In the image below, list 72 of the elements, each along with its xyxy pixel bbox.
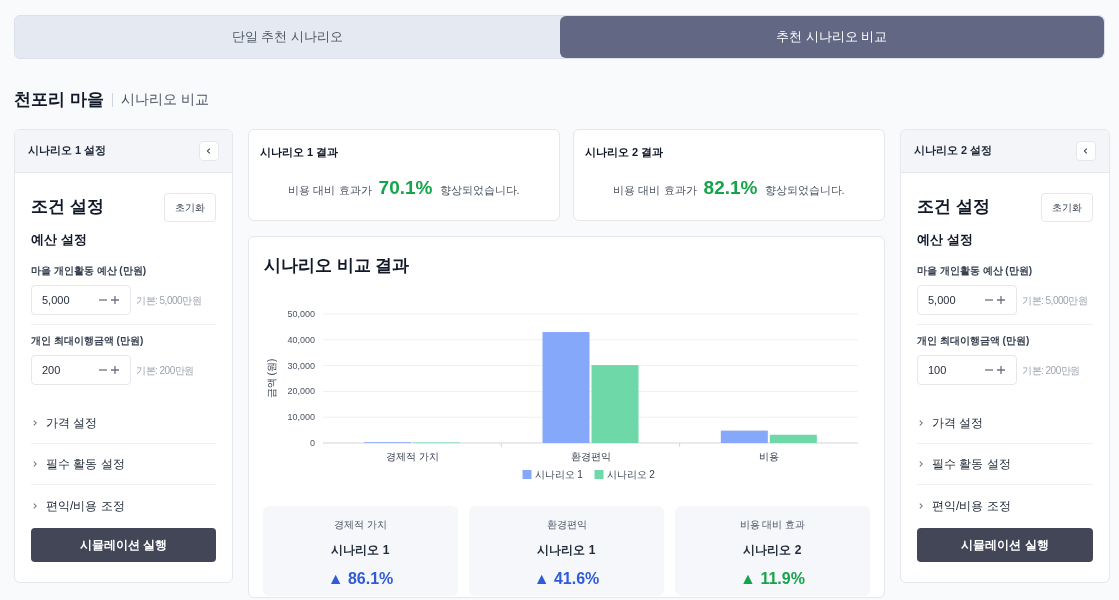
panel-title: 시나리오 2 설정 [914, 143, 993, 159]
run-simulation-button[interactable]: 시뮬레이션 실행 [31, 528, 216, 562]
summary-label: 비용 대비 효과 [739, 518, 806, 532]
tab[interactable]: 추천 시나리오 비교 [559, 16, 1104, 58]
field-label: 개인 최대이행금액 (만원) [917, 334, 1031, 348]
group-title: 예산 설정 [917, 230, 974, 249]
y-tick-label: 20,000 [287, 386, 315, 397]
x-tick-label: 환경편익 [570, 451, 611, 462]
y-axis-title: 금액 (원) [266, 358, 277, 399]
tab[interactable]: 단일 추천 시나리오 [15, 16, 560, 58]
legend-swatch [522, 470, 532, 479]
result-text: 비용 대비 효과가 70.1% 향상되었습니다. [287, 176, 521, 200]
card-title: 시나리오 비교 결과 [264, 254, 411, 277]
section-toggle[interactable]: 필수 활동 설정 [31, 444, 216, 485]
reset-button[interactable]: 초기화 [164, 192, 216, 222]
plus-icon [110, 295, 120, 305]
section-toggle[interactable]: 가격 설정 [31, 403, 216, 444]
chevron-left-icon [1082, 146, 1090, 155]
change-value: ▲ 11.9% [740, 569, 805, 589]
group-title: 예산 설정 [31, 230, 88, 249]
increment-button[interactable] [996, 295, 1006, 305]
change-value: ▲ 41.6% [533, 569, 600, 589]
field-label: 마을 개인활동 예산 (만원) [31, 264, 147, 278]
chevron-left-icon [205, 146, 213, 155]
winner-text: 시나리오 2 [743, 542, 802, 559]
y-tick-label: 40,000 [287, 334, 315, 345]
change-value: ▲ 86.1% [327, 569, 394, 589]
collapse-button[interactable] [199, 140, 219, 161]
number-field[interactable]: 200 [31, 355, 131, 385]
section-title: 조건 설정 [31, 196, 104, 219]
summary-label: 경제적 가치 [334, 518, 387, 532]
result-text: 비용 대비 효과가 82.1% 향상되었습니다. [612, 176, 846, 200]
page-subtitle: 시나리오 비교 [120, 90, 209, 110]
winner-text: 시나리오 1 [537, 542, 596, 559]
y-tick-label: 10,000 [287, 412, 315, 423]
default-hint: 기본: 5,000만원 [136, 293, 202, 308]
summary-label: 환경편익 [546, 518, 587, 532]
collapse-button[interactable] [1076, 140, 1096, 161]
field-label: 마을 개인활동 예산 (만원) [917, 264, 1033, 278]
field-label: 개인 최대이행금액 (만원) [31, 334, 145, 348]
plus-icon [110, 365, 120, 375]
number-field[interactable]: 100 [917, 355, 1017, 385]
default-hint: 기본: 200만원 [1022, 363, 1080, 378]
section-toggle[interactable]: 가격 설정 [917, 403, 1093, 444]
increment-button[interactable] [996, 365, 1006, 375]
increment-button[interactable] [110, 365, 120, 375]
y-tick-label: 50,000 [287, 309, 315, 319]
card-title: 시나리오 2 결과 [585, 144, 665, 160]
panel-title: 시나리오 1 설정 [28, 143, 107, 159]
section-title: 조건 설정 [917, 196, 990, 219]
x-tick-label: 비용 [758, 451, 779, 462]
reset-button[interactable]: 초기화 [1041, 192, 1093, 222]
plus-icon [996, 295, 1006, 305]
legend-swatch [594, 470, 604, 479]
y-tick-label: 0 [310, 438, 315, 448]
plus-icon [996, 365, 1006, 375]
increment-button[interactable] [110, 295, 120, 305]
number-field[interactable]: 5,000 [917, 285, 1017, 315]
section-toggle[interactable]: 편익/비용 조정 [31, 485, 216, 526]
default-hint: 기본: 5,000만원 [1022, 293, 1088, 308]
legend-label: 시나리오 1 [534, 469, 583, 480]
page-title: 천포리 마을 [14, 89, 104, 111]
section-toggle[interactable]: 필수 활동 설정 [917, 444, 1093, 485]
section-toggle[interactable]: 편익/비용 조정 [917, 485, 1093, 526]
legend-label: 시나리오 2 [606, 469, 655, 480]
winner-text: 시나리오 1 [331, 542, 390, 559]
x-tick-label: 경제적 가치 [385, 451, 439, 462]
default-hint: 기본: 200만원 [136, 363, 194, 378]
number-field[interactable]: 5,000 [31, 285, 131, 315]
run-simulation-button[interactable]: 시뮬레이션 실행 [917, 528, 1093, 562]
card-title: 시나리오 1 결과 [260, 144, 340, 160]
y-tick-label: 30,000 [287, 360, 315, 371]
